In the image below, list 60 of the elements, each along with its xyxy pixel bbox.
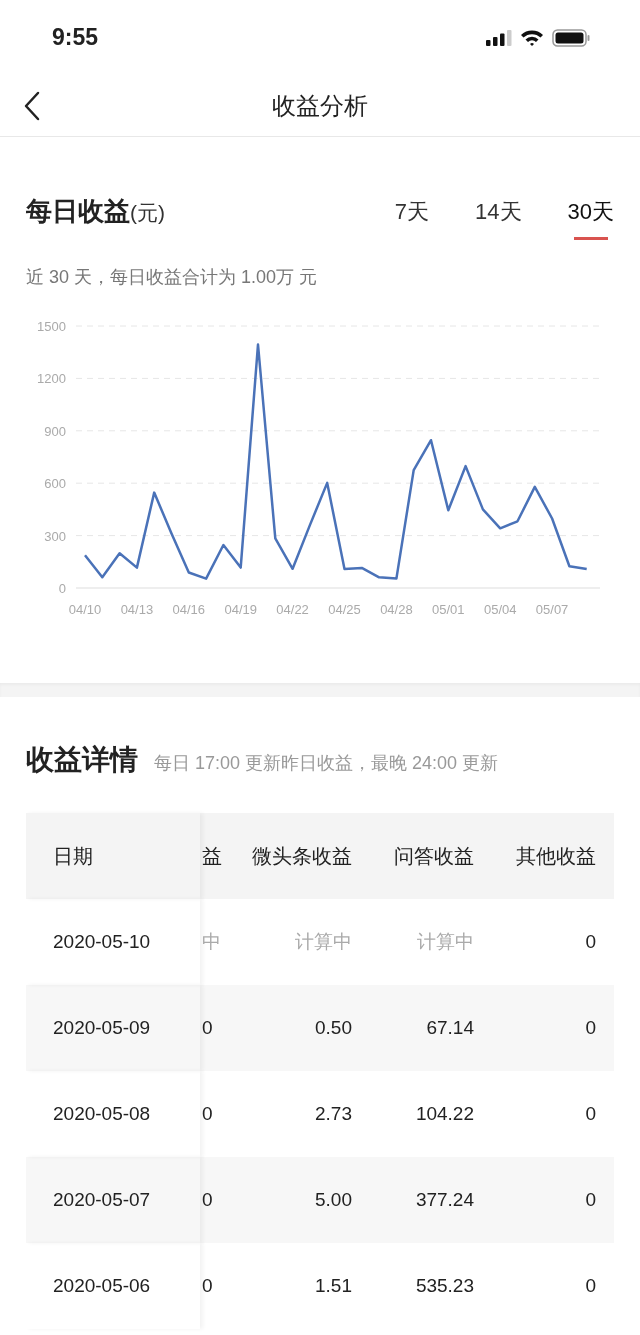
section-title: 收益详情 — [26, 743, 138, 777]
x-axis-label: 05/04 — [483, 602, 517, 617]
range-tab[interactable]: 30天 — [567, 195, 614, 238]
range-tab[interactable]: 14天 — [475, 195, 522, 238]
y-axis-label: 300 — [44, 528, 66, 544]
range-tab[interactable]: 7天 — [394, 195, 430, 238]
table-cell-text: 0 — [584, 1101, 597, 1126]
unit-text: (元) — [130, 201, 165, 226]
table-cell-text: 0 — [201, 1187, 214, 1212]
table-cell-text: 5.00 — [314, 1187, 353, 1212]
table-cell: 2020-05-09 — [26, 985, 200, 1071]
table-cell-text: 0 — [584, 929, 597, 954]
x-axis-label: 04/16 — [172, 602, 206, 617]
y-axis-label: 0 — [58, 581, 66, 596]
section-title: 每日收益 — [26, 195, 130, 228]
wifi-icon — [520, 29, 544, 46]
x-axis-label: 04/10 — [68, 602, 102, 617]
y-axis-label: 900 — [44, 423, 66, 439]
table-cell-text: 计算中 — [294, 929, 353, 954]
table-cell-text: 0 — [584, 1015, 597, 1040]
time-text: 9:55 — [52, 23, 99, 53]
table-cell-text: 0 — [201, 1273, 214, 1298]
column-header: 益 — [201, 844, 223, 869]
y-axis-label: 600 — [44, 476, 66, 492]
table-cell-text: 中 — [201, 929, 222, 954]
table-cell-text: 377.24 — [414, 1187, 475, 1212]
table-cell-text: 0 — [201, 1101, 214, 1126]
back-icon[interactable] — [22, 91, 42, 121]
table-cell-text: 104.22 — [414, 1101, 475, 1126]
column-header: 其他收益 — [515, 844, 597, 869]
table-cell-text: 计算中 — [416, 929, 475, 954]
battery-icon — [552, 28, 590, 47]
y-axis-label: 1200 — [37, 371, 66, 387]
table-cell-text: 0 — [584, 1273, 597, 1298]
table-cell-text: 67.14 — [425, 1015, 475, 1040]
column-header: 日期 — [26, 813, 200, 899]
table-cell-text: 0 — [584, 1187, 597, 1212]
x-axis-label: 04/22 — [276, 602, 309, 617]
column-header: 问答收益 — [393, 844, 475, 869]
table-cell-text: 1.51 — [314, 1273, 353, 1298]
table-cell-text: 2.73 — [314, 1101, 353, 1126]
x-axis-label: 04/19 — [224, 602, 257, 617]
table-cell: 2020-05-06 — [26, 1243, 200, 1329]
table-cell: 2020-05-08 — [26, 1071, 200, 1157]
table-cell: 2020-05-07 — [26, 1157, 200, 1243]
x-axis-label: 04/25 — [328, 602, 361, 617]
note-text: 每日 17:00 更新昨日收益，最晚 24:00 更新 — [154, 752, 499, 775]
table-cell: 2020-05-10 — [26, 899, 200, 985]
page-title: 收益分析 — [272, 90, 368, 121]
y-axis-label: 1500 — [37, 319, 66, 334]
table-cell-text: 0.50 — [314, 1015, 353, 1040]
summary-text: 近 30 天，每日收益合计为 1.00万 元 — [26, 266, 319, 289]
column-header: 微头条收益 — [251, 844, 353, 869]
x-axis-label: 04/28 — [380, 602, 413, 617]
x-axis-label: 05/07 — [535, 602, 569, 617]
signal-icon — [486, 29, 512, 46]
x-axis-label: 04/13 — [120, 602, 154, 617]
x-axis-label: 05/01 — [432, 602, 465, 617]
table-cell-text: 0 — [201, 1015, 214, 1040]
table-cell-text: 535.23 — [414, 1273, 475, 1298]
